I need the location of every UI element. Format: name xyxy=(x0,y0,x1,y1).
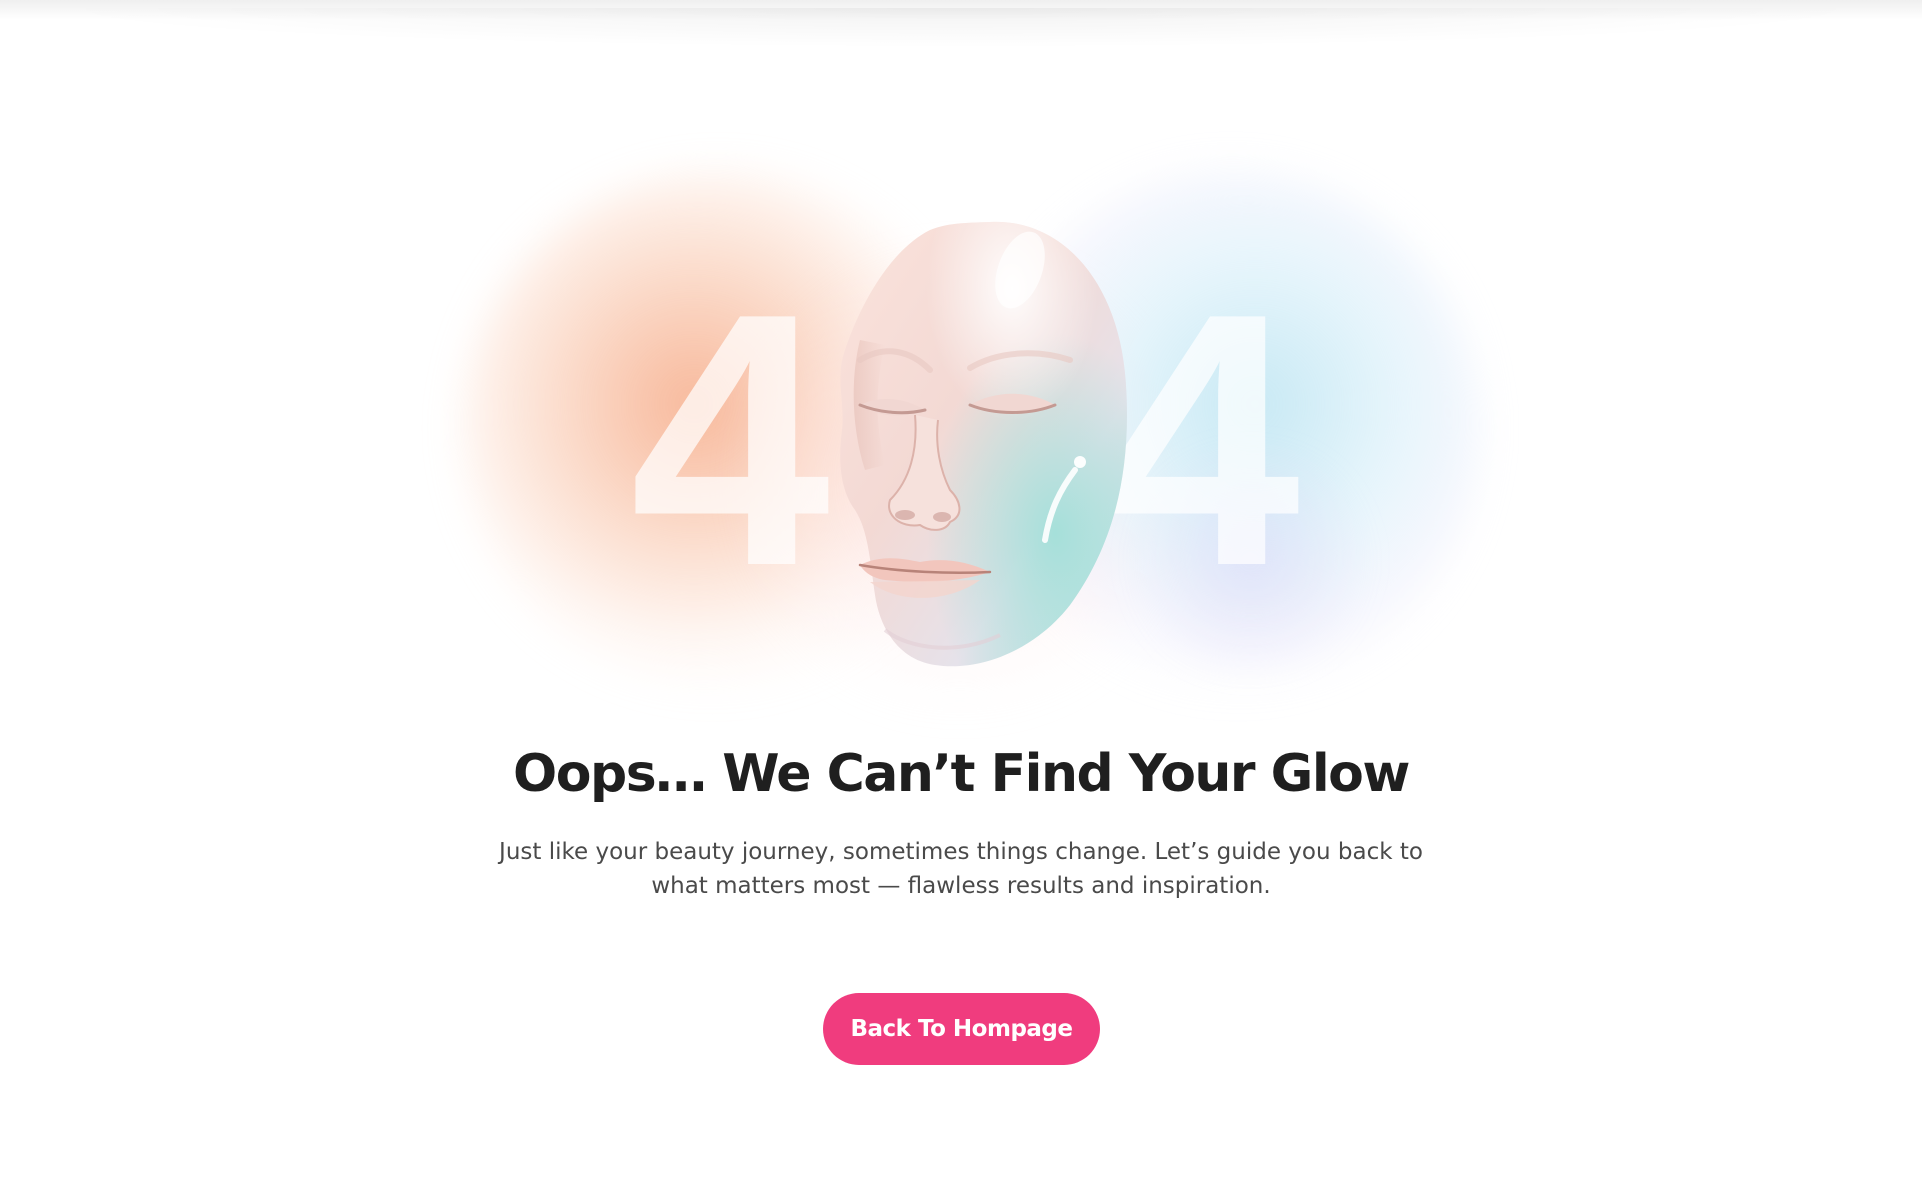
page-title: Oops… We Can’t Find Your Glow xyxy=(513,744,1410,804)
page-description: Just like your beauty journey, sometimes… xyxy=(499,839,1423,899)
top-bar-shadow xyxy=(40,8,1882,48)
error-digit-left: 4 xyxy=(630,239,830,641)
page-404: 4 4 Oops… We Can’t Find Your Glow Just l… xyxy=(0,0,1922,1183)
back-to-homepage-button[interactable]: Back To Hompage xyxy=(823,993,1100,1065)
hero-illustration: 4 4 xyxy=(440,130,1480,730)
face-mask-icon xyxy=(840,221,1127,667)
